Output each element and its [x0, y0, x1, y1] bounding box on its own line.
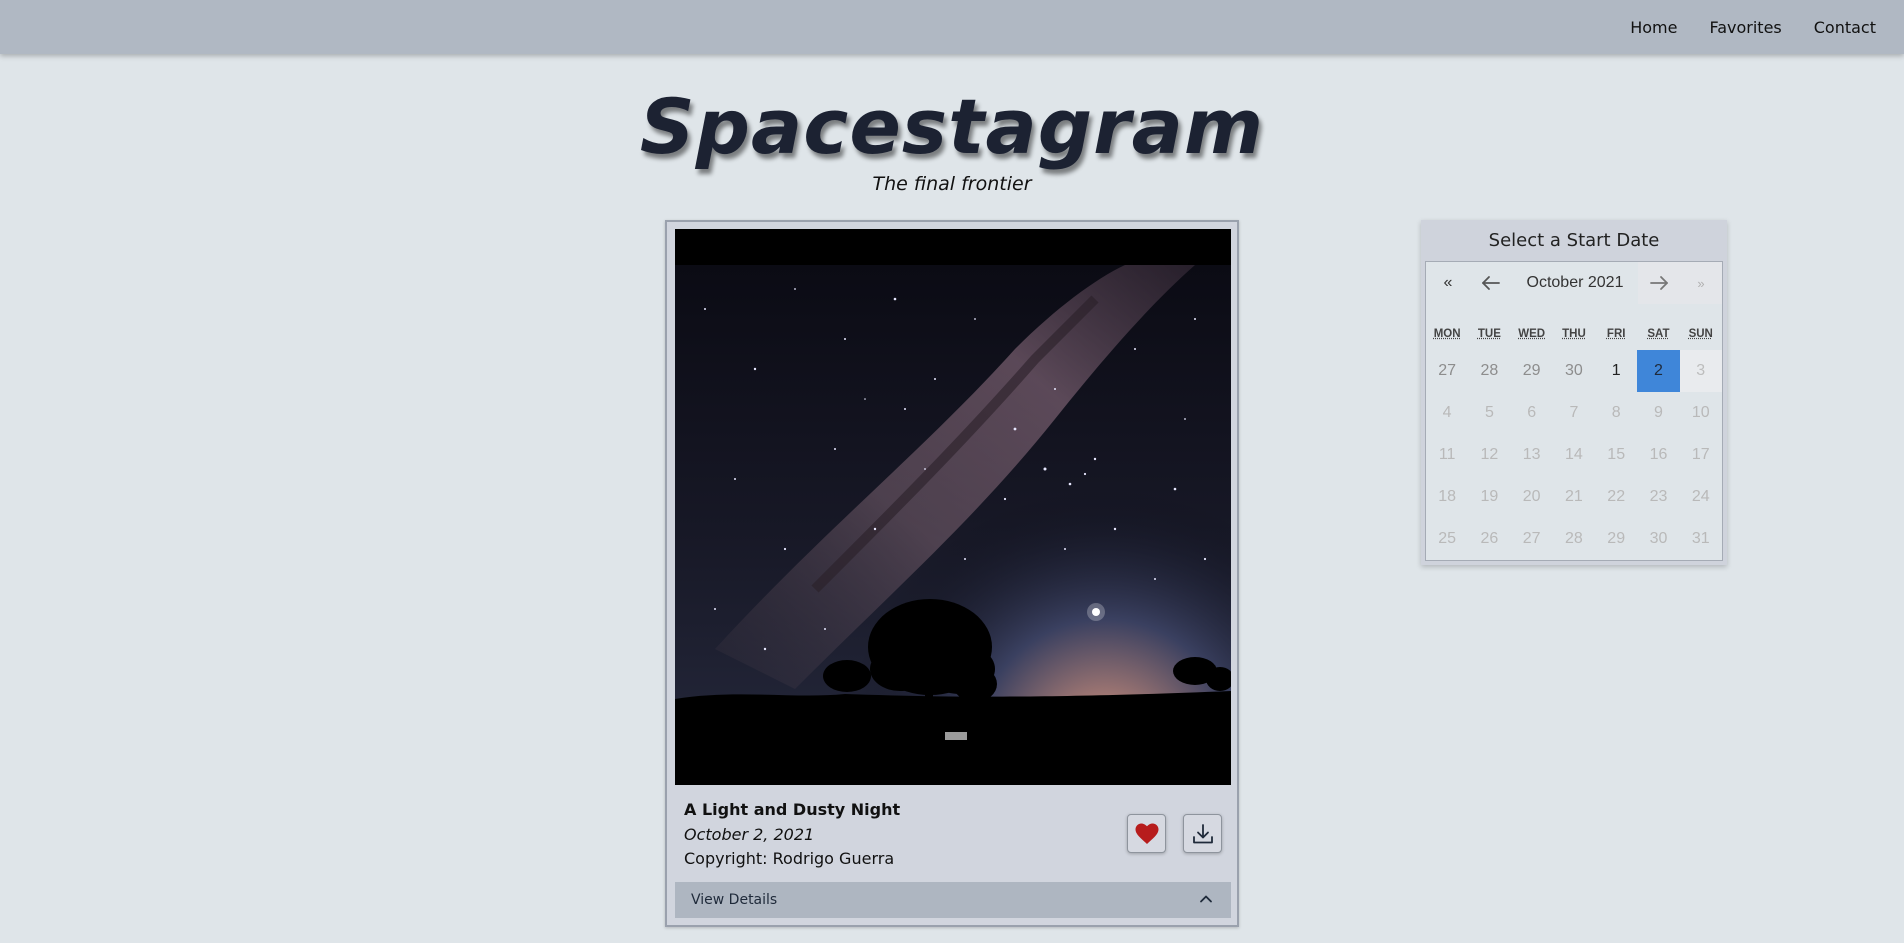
day-cell: 30 — [1649, 530, 1668, 547]
day-cell: 9 — [1654, 404, 1663, 421]
next-year-button[interactable]: » — [1680, 262, 1722, 304]
post-title: A Light and Dusty Night — [684, 800, 901, 819]
post-image[interactable] — [675, 229, 1231, 785]
day-cell: 20 — [1522, 488, 1541, 505]
weekday-label: SAT — [1647, 328, 1670, 340]
day-cell: 15 — [1607, 446, 1626, 463]
date-picker-heading: Select a Start Date — [1488, 230, 1660, 251]
day-cell: 31 — [1691, 530, 1710, 547]
chevron-up-icon — [1200, 895, 1212, 903]
page-title: Spacestagram — [639, 82, 1265, 171]
day-cell: 16 — [1649, 446, 1668, 463]
day-cell[interactable]: 1 — [1595, 350, 1637, 392]
week-row: 18 19 20 21 22 23 24 — [1426, 476, 1722, 518]
day-cell: 29 — [1522, 362, 1541, 379]
calendar: « October 2021 » MON TUE WED THU FRI SAT… — [1425, 261, 1723, 561]
day-cell: 6 — [1527, 404, 1537, 421]
day-cell: 17 — [1691, 446, 1710, 463]
weekday-label: SUN — [1688, 328, 1713, 340]
prev-month-button[interactable] — [1470, 262, 1512, 304]
day-cell: 3 — [1679, 350, 1722, 392]
day-cell: 28 — [1480, 362, 1499, 379]
day-cell: 11 — [1438, 446, 1456, 463]
weekday-label: FRI — [1606, 328, 1626, 340]
day-cell: 25 — [1438, 530, 1457, 547]
heart-icon — [1135, 823, 1158, 844]
arrow-left-icon — [1482, 276, 1500, 290]
post-info: A Light and Dusty Night October 2, 2021 … — [684, 800, 900, 870]
month-label: October 2021 — [1526, 274, 1624, 291]
day-cell: 22 — [1607, 488, 1626, 505]
day-cell-selected[interactable]: 2 — [1637, 350, 1680, 392]
day-cell: 28 — [1565, 530, 1583, 547]
day-cell: 14 — [1565, 446, 1583, 463]
post-copyright: Copyright: Rodrigo Guerra — [684, 849, 895, 868]
calendar-navigation: « October 2021 » — [1426, 262, 1722, 304]
weekday-header: MON TUE WED THU FRI SAT SUN — [1426, 328, 1722, 340]
day-cell: 27 — [1438, 362, 1457, 379]
nav-home-link[interactable]: Home — [1630, 18, 1677, 37]
day-cell: 10 — [1691, 404, 1710, 421]
week-row: 4 5 6 7 8 9 10 — [1426, 392, 1722, 434]
month-label-button[interactable]: October 2021 — [1512, 262, 1638, 304]
weekday-label: WED — [1518, 328, 1546, 340]
download-button[interactable] — [1183, 814, 1222, 853]
double-chevron-right-icon: » — [1697, 275, 1705, 291]
post-card: A Light and Dusty Night October 2, 2021 … — [665, 220, 1239, 927]
day-cell: 23 — [1649, 488, 1668, 505]
week-row: 25 26 27 28 29 30 31 — [1426, 518, 1722, 560]
day-cell: 30 — [1565, 362, 1583, 379]
day-cell: 24 — [1691, 488, 1710, 505]
download-icon — [1192, 823, 1213, 843]
day-cell: 27 — [1522, 530, 1541, 547]
day-cell: 18 — [1438, 488, 1457, 505]
top-navbar: Home Favorites Contact — [0, 0, 1904, 54]
week-row: 27 28 29 30 1 2 3 — [1426, 350, 1722, 392]
day-cell: 29 — [1607, 530, 1626, 547]
day-cell: 26 — [1480, 530, 1499, 547]
like-button[interactable] — [1127, 814, 1166, 853]
nav-links: Home Favorites Contact — [1630, 0, 1876, 54]
page-subtitle: The final frontier — [872, 173, 1032, 195]
weekday-label: MON — [1433, 328, 1461, 340]
next-month-button[interactable] — [1638, 262, 1680, 304]
arrow-right-icon — [1650, 276, 1668, 290]
prev-year-button[interactable]: « — [1426, 262, 1470, 304]
weekday-label: THU — [1562, 328, 1586, 340]
day-cell: 7 — [1569, 404, 1579, 421]
day-grid: 27 28 29 30 1 2 3 4 5 6 7 8 9 10 11 12 1… — [1426, 350, 1722, 560]
day-cell: 13 — [1522, 446, 1541, 463]
weekday-label: TUE — [1477, 328, 1501, 340]
view-details-label: View Details — [691, 892, 778, 908]
nav-contact-link[interactable]: Contact — [1814, 18, 1876, 37]
week-row: 11 12 13 14 15 16 17 — [1426, 434, 1722, 476]
post-date: October 2, 2021 — [684, 825, 815, 844]
nav-favorites-link[interactable]: Favorites — [1709, 18, 1781, 37]
day-cell: 5 — [1484, 404, 1494, 421]
double-chevron-left-icon: « — [1443, 274, 1453, 291]
day-cell: 8 — [1611, 404, 1621, 421]
day-cell: 4 — [1442, 404, 1452, 421]
day-cell: 12 — [1480, 446, 1499, 463]
view-details-toggle[interactable]: View Details — [675, 882, 1231, 918]
date-picker: Select a Start Date « October 2021 » MON… — [1421, 220, 1727, 565]
day-cell: 19 — [1480, 488, 1499, 505]
day-cell: 21 — [1565, 488, 1583, 505]
